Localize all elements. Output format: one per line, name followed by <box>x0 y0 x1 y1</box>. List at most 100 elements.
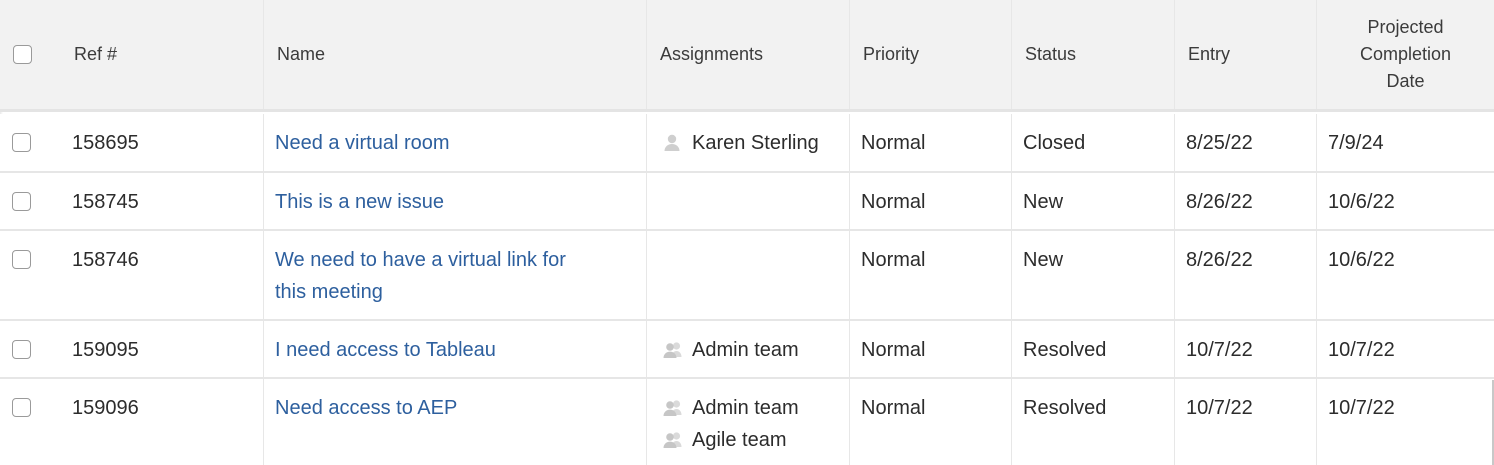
issue-name-link[interactable]: We need to have a virtual link for this … <box>275 244 646 308</box>
assignments-cell: Karen Sterling <box>647 114 850 171</box>
header-entry-label: Entry <box>1188 44 1231 64</box>
ref-number: 159096 <box>72 397 139 419</box>
row-checkbox[interactable] <box>12 192 31 211</box>
table-row[interactable]: 158695 Need a virtual room Karen Sterlin… <box>0 114 1494 173</box>
entry-cell: 8/26/22 <box>1175 231 1317 319</box>
assignments-cell: Admin team Agile team <box>647 379 850 465</box>
ref-number: 159095 <box>72 339 139 361</box>
ref-number: 158745 <box>72 191 139 213</box>
name-cell: Need access to AEP <box>264 379 647 465</box>
header-name-label: Name <box>277 44 326 64</box>
projected-date: 10/7/22 <box>1328 339 1395 361</box>
issue-name-link[interactable]: I need access to Tableau <box>275 334 646 366</box>
entry-cell: 10/7/22 <box>1175 379 1317 465</box>
header-assignments[interactable]: Assignments <box>647 0 850 109</box>
priority-cell: Normal <box>850 173 1012 229</box>
row-select-cell <box>0 173 62 229</box>
ref-number: 158746 <box>72 249 139 271</box>
table-header: Ref # Name Assignments Priority Status E… <box>0 0 1494 112</box>
priority-cell: Normal <box>850 231 1012 319</box>
ref-cell: 158695 <box>62 114 264 171</box>
name-cell: This is a new issue <box>264 173 647 229</box>
issue-name-link[interactable]: Need access to AEP <box>275 392 646 424</box>
entry-date: 8/26/22 <box>1186 191 1253 213</box>
row-select-cell <box>0 321 62 377</box>
projected-cell: 10/7/22 <box>1317 379 1494 465</box>
status-value: New <box>1023 191 1064 213</box>
name-cell: Need a virtual room <box>264 114 647 171</box>
name-cell: I need access to Tableau <box>264 321 647 377</box>
projected-date: 7/9/24 <box>1328 132 1384 154</box>
status-value: New <box>1023 249 1064 271</box>
header-projected-line1: Projected <box>1367 17 1444 37</box>
entry-cell: 10/7/22 <box>1175 321 1317 377</box>
assignments-cell: Admin team <box>647 321 850 377</box>
assignments-cell <box>647 231 850 319</box>
table-row[interactable]: 159096 Need access to AEP Admin team Agi… <box>0 379 1494 465</box>
issue-name-line2: this meeting <box>275 281 383 303</box>
assignee[interactable]: Karen Sterling <box>662 127 849 159</box>
row-checkbox[interactable] <box>12 250 31 269</box>
table-row[interactable]: 158745 This is a new issue Normal New 8/… <box>0 173 1494 231</box>
header-assignments-label: Assignments <box>660 44 764 64</box>
projected-cell: 10/6/22 <box>1317 231 1494 319</box>
table-row[interactable]: 158746 We need to have a virtual link fo… <box>0 231 1494 321</box>
row-checkbox[interactable] <box>12 340 31 359</box>
name-cell: We need to have a virtual link for this … <box>264 231 647 319</box>
priority-value: Normal <box>861 249 926 271</box>
issue-name-link[interactable]: This is a new issue <box>275 186 646 218</box>
row-checkbox[interactable] <box>12 133 31 152</box>
status-value: Resolved <box>1023 397 1107 419</box>
priority-value: Normal <box>861 397 926 419</box>
header-projected-completion[interactable]: Projected Completion Date <box>1317 0 1494 109</box>
ref-cell: 158746 <box>62 231 264 319</box>
header-status[interactable]: Status <box>1012 0 1175 109</box>
ref-number: 158695 <box>72 132 139 154</box>
entry-cell: 8/25/22 <box>1175 114 1317 171</box>
header-priority-label: Priority <box>863 44 920 64</box>
assignee[interactable]: Admin team <box>662 334 849 366</box>
priority-value: Normal <box>861 191 926 213</box>
row-select-cell <box>0 231 62 319</box>
table-row[interactable]: 159095 I need access to Tableau Admin te… <box>0 321 1494 379</box>
status-value: Resolved <box>1023 339 1107 361</box>
projected-date: 10/7/22 <box>1328 397 1395 419</box>
status-cell: New <box>1012 173 1175 229</box>
assignee-name: Agile team <box>692 429 787 451</box>
header-name[interactable]: Name <box>264 0 647 109</box>
status-cell: Resolved <box>1012 321 1175 377</box>
priority-value: Normal <box>861 132 926 154</box>
header-ref[interactable]: Ref # <box>62 0 264 109</box>
team-icon <box>662 430 684 450</box>
issue-name-link[interactable]: Need a virtual room <box>275 127 646 159</box>
ref-cell: 158745 <box>62 173 264 229</box>
projected-date: 10/6/22 <box>1328 191 1395 213</box>
assignee-name: Admin team <box>692 339 799 361</box>
status-cell: Resolved <box>1012 379 1175 465</box>
priority-value: Normal <box>861 339 926 361</box>
status-cell: Closed <box>1012 114 1175 171</box>
entry-date: 8/25/22 <box>1186 132 1253 154</box>
header-entry[interactable]: Entry <box>1175 0 1317 109</box>
issues-table: Ref # Name Assignments Priority Status E… <box>0 0 1494 465</box>
assignee[interactable]: Agile team <box>662 424 849 456</box>
priority-cell: Normal <box>850 321 1012 377</box>
ref-cell: 159096 <box>62 379 264 465</box>
header-priority[interactable]: Priority <box>850 0 1012 109</box>
status-cell: New <box>1012 231 1175 319</box>
projected-cell: 10/7/22 <box>1317 321 1494 377</box>
select-all-checkbox[interactable] <box>13 45 32 64</box>
status-value: Closed <box>1023 132 1086 154</box>
entry-date: 10/7/22 <box>1186 339 1253 361</box>
priority-cell: Normal <box>850 379 1012 465</box>
header-projected-label: Projected Completion Date <box>1360 14 1451 95</box>
header-projected-line2: Completion <box>1359 44 1452 64</box>
row-checkbox[interactable] <box>12 398 31 417</box>
user-icon <box>662 133 684 153</box>
projected-cell: 10/6/22 <box>1317 173 1494 229</box>
row-select-cell <box>0 114 62 171</box>
assignee[interactable]: Admin team <box>662 392 849 424</box>
entry-date: 10/7/22 <box>1186 397 1253 419</box>
assignee-name: Karen Sterling <box>692 132 819 154</box>
header-select-cell <box>0 0 62 109</box>
